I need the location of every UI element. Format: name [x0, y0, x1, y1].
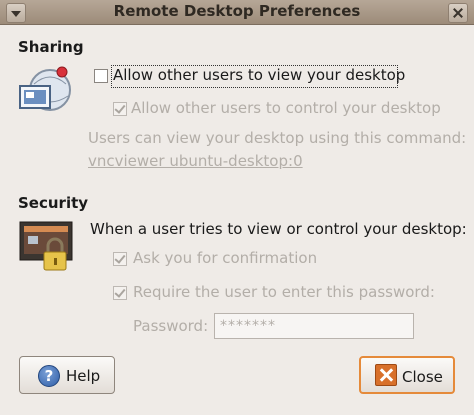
security-prompt: When a user tries to view or control you… [90, 220, 467, 238]
password-label: Password: [133, 317, 209, 335]
allow-view-checkbox[interactable] [94, 69, 108, 83]
require-password-label: Require the user to enter this password: [133, 283, 435, 301]
close-button[interactable]: Close [359, 356, 455, 394]
help-icon: ? [38, 365, 60, 387]
allow-view-label-text: Allow other users to view your desktop [113, 66, 406, 84]
help-button[interactable]: ? Help [19, 356, 115, 394]
sharing-heading: Sharing [18, 38, 84, 56]
command-info-text: Users can view your desktop using this c… [88, 129, 467, 147]
close-icon [375, 364, 397, 386]
allow-control-label: Allow other users to control your deskto… [131, 99, 441, 117]
vnc-command-link[interactable]: vncviewer ubuntu-desktop:0 [88, 152, 303, 170]
ask-confirmation-checkbox[interactable] [113, 252, 127, 266]
window-title: Remote Desktop Preferences [113, 2, 361, 20]
ask-confirmation-label: Ask you for confirmation [133, 249, 318, 267]
require-password-checkbox[interactable] [113, 286, 127, 300]
title-bar[interactable]: Remote Desktop Preferences [0, 0, 474, 25]
security-heading: Security [18, 194, 89, 212]
window-close-button[interactable] [448, 3, 468, 23]
close-button-label: Close [402, 368, 443, 386]
allow-view-label[interactable]: Allow other users to view your desktop [113, 66, 405, 84]
password-field[interactable]: ******* [214, 313, 414, 339]
remote-desktop-icon [19, 66, 71, 111]
help-button-label: Help [66, 367, 101, 385]
lock-screen-icon [19, 221, 73, 271]
allow-control-checkbox[interactable] [113, 102, 127, 116]
